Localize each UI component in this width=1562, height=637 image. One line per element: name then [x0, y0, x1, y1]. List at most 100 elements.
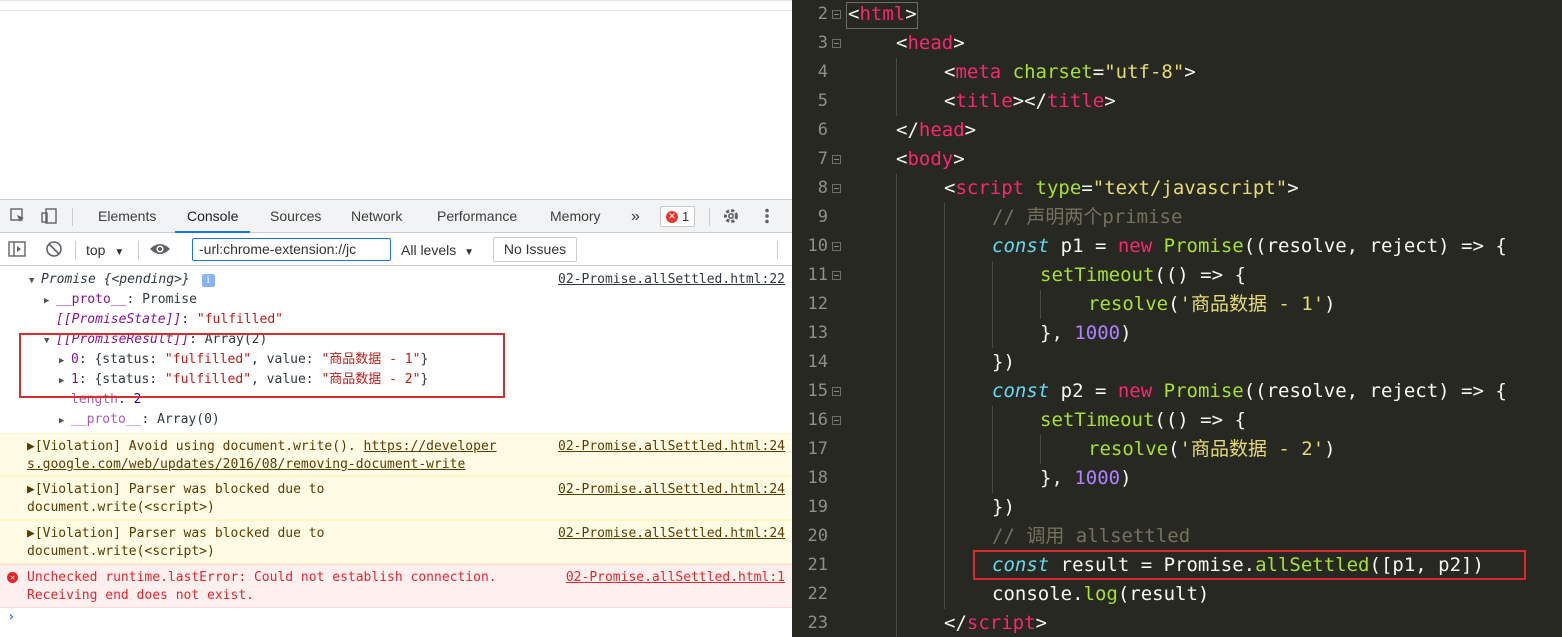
source-link[interactable]: 02-Promise.allSettled.html:24 — [558, 481, 785, 499]
console-warning[interactable]: ▶[Violation] Parser was blocked due to d… — [0, 520, 792, 564]
line-number: 22 — [807, 584, 828, 604]
tab-performance[interactable]: Performance — [437, 200, 517, 233]
toolbar-divider — [72, 208, 73, 226]
line-number: 6 — [817, 120, 828, 140]
error-count: 1 — [682, 209, 690, 224]
fold-toggle-icon[interactable] — [832, 242, 841, 251]
code-line[interactable]: 3 <head> — [792, 29, 1562, 58]
settings-gear-icon[interactable] — [720, 205, 742, 227]
tab-memory[interactable]: Memory — [550, 200, 601, 233]
chevron-down-icon: ▼ — [114, 247, 125, 258]
code-line[interactable]: 20 // 调用 allsettled — [792, 522, 1562, 551]
source-link[interactable]: 02-Promise.allSettled.html:24 — [558, 525, 785, 543]
console-output: ▼ Promise {<pending>} i 02-Promise.allSet… — [0, 266, 792, 637]
line-number: 16 — [807, 410, 828, 430]
kebab-menu-icon[interactable] — [756, 205, 778, 227]
line-number: 12 — [807, 294, 828, 314]
source-link[interactable]: 02-Promise.allSettled.html:24 — [558, 438, 785, 456]
fold-toggle-icon[interactable] — [832, 416, 841, 425]
log-levels-value: All levels — [401, 242, 457, 258]
tab-sources[interactable]: Sources — [270, 200, 321, 233]
code-line[interactable]: 10 const p1 = new Promise((resolve, reje… — [792, 232, 1562, 261]
expand-arrow-icon[interactable]: ▶ — [44, 291, 56, 311]
code-line[interactable]: 22 console.log(result) — [792, 580, 1562, 609]
annotation-highlight-box — [19, 333, 505, 398]
device-toolbar-icon[interactable] — [38, 205, 60, 227]
line-number: 9 — [817, 207, 828, 227]
code-line[interactable]: 7 <body> — [792, 145, 1562, 174]
browser-window: Elements Console Sources Network Perform… — [0, 0, 792, 637]
fold-toggle-icon[interactable] — [832, 184, 841, 193]
error-icon: ✕ — [666, 210, 678, 223]
tree-row-proto[interactable]: ▶ __proto__: Array(0) — [59, 410, 220, 430]
clear-console-icon[interactable] — [43, 238, 65, 260]
fold-toggle-icon[interactable] — [832, 39, 841, 48]
line-number: 8 — [817, 178, 828, 198]
fold-toggle-icon[interactable] — [832, 387, 841, 396]
toolbar-divider — [75, 241, 76, 259]
code-line[interactable]: 15 const p2 = new Promise((resolve, reje… — [792, 377, 1562, 406]
line-number: 14 — [807, 352, 828, 372]
log-promise-header[interactable]: ▼ Promise {<pending>} i — [29, 270, 215, 290]
code-line[interactable]: 4 <meta charset="utf-8"> — [792, 58, 1562, 87]
sidebar-toggle-icon[interactable] — [6, 238, 28, 260]
filter-input[interactable]: -url:chrome-extension://jc — [192, 238, 391, 261]
code-line[interactable]: 12 resolve('商品数据 - 1') — [792, 290, 1562, 319]
source-link[interactable]: 02-Promise.allSettled.html:1 — [566, 569, 785, 587]
fold-toggle-icon[interactable] — [832, 155, 841, 164]
expand-arrow-icon[interactable]: ▶ — [59, 411, 71, 431]
error-icon: ✕ — [7, 572, 18, 583]
warning-message: ▶[Violation] Parser was blocked due to d… — [27, 526, 325, 559]
toolbar-divider — [709, 208, 710, 226]
tab-elements[interactable]: Elements — [98, 200, 156, 233]
code-line[interactable]: 9 // 声明两个primise — [792, 203, 1562, 232]
tab-console[interactable]: Console — [175, 200, 251, 233]
fold-toggle-icon[interactable] — [832, 10, 841, 19]
line-number: 10 — [807, 236, 828, 256]
inspect-element-icon[interactable] — [7, 205, 29, 227]
console-warning[interactable]: ▶[Violation] Parser was blocked due to d… — [0, 476, 792, 520]
code-line[interactable]: 14 }) — [792, 348, 1562, 377]
warning-message: ▶[Violation] Parser was blocked due to d… — [27, 482, 325, 515]
info-icon[interactable]: i — [201, 274, 215, 287]
console-prompt-icon[interactable]: › — [7, 609, 15, 625]
code-line[interactable]: 17 resolve('商品数据 - 2') — [792, 435, 1562, 464]
devtools-panel: Elements Console Sources Network Perform… — [0, 199, 792, 637]
warning-link[interactable]: https://developer — [364, 439, 497, 454]
context-selector[interactable]: top ▼ — [86, 240, 124, 260]
code-line[interactable]: 8 <script type="text/javascript"> — [792, 174, 1562, 203]
tree-row-promise-state: [[PromiseState]]: "fulfilled" — [56, 312, 283, 327]
code-line[interactable]: 19 }) — [792, 493, 1562, 522]
code-line[interactable]: 5 <title></title> — [792, 87, 1562, 116]
live-expression-eye-icon[interactable] — [149, 238, 171, 260]
error-message: Unchecked runtime.lastError: Could not e… — [27, 570, 497, 603]
log-levels-dropdown[interactable]: All levels ▼ — [401, 240, 474, 260]
no-issues-button[interactable]: No Issues — [493, 237, 577, 262]
devtools-tabbar: Elements Console Sources Network Perform… — [0, 200, 792, 233]
line-number: 17 — [807, 439, 828, 459]
console-warning[interactable]: ▶[Violation] Avoid using document.write(… — [0, 433, 792, 476]
code-line[interactable]: 18 }, 1000) — [792, 464, 1562, 493]
tree-row-proto[interactable]: ▶ __proto__: Promise — [44, 290, 197, 310]
code-line[interactable]: 16 setTimeout(() => { — [792, 406, 1562, 435]
matching-tag-highlight — [846, 2, 918, 29]
line-number: 7 — [817, 149, 828, 169]
code-editor[interactable]: 2 <html> 3 <head> 4 <meta charset="utf-8… — [792, 0, 1562, 637]
code-line[interactable]: 6 </head> — [792, 116, 1562, 145]
line-number: 23 — [807, 613, 828, 633]
viewport-divider — [0, 10, 792, 11]
code-line[interactable]: 13 }, 1000) — [792, 319, 1562, 348]
error-count-badge[interactable]: ✕ 1 — [660, 206, 696, 227]
console-error[interactable]: ✕ Unchecked runtime.lastError: Could not… — [0, 564, 792, 608]
line-number: 13 — [807, 323, 828, 343]
line-number: 19 — [807, 497, 828, 517]
code-line[interactable]: 23 </script> — [792, 609, 1562, 637]
toolbar-divider — [138, 241, 139, 259]
tab-network[interactable]: Network — [351, 200, 402, 233]
expand-arrow-icon[interactable]: ▼ — [29, 271, 41, 291]
warning-link[interactable]: s.google.com/web/updates/2016/08/removin… — [27, 457, 465, 472]
code-line[interactable]: 11 setTimeout(() => { — [792, 261, 1562, 290]
source-link[interactable]: 02-Promise.allSettled.html:22 — [558, 272, 785, 287]
fold-toggle-icon[interactable] — [832, 271, 841, 280]
more-tabs-button[interactable]: » — [631, 200, 640, 233]
